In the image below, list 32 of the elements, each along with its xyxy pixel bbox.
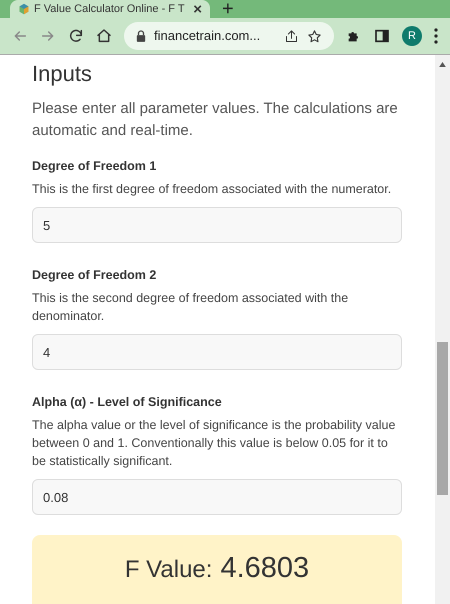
section-heading: Inputs (32, 60, 93, 88)
back-arrow-icon[interactable] (12, 28, 28, 44)
field-description: This is the second degree of freedom associated with the denominator. (32, 290, 350, 325)
browser-tab[interactable]: F Value Calculator Online - F T × (10, 0, 210, 18)
address-bar[interactable]: financetrain.com... (124, 22, 334, 50)
tab-close-button[interactable]: × (193, 2, 202, 16)
new-tab-button[interactable]: + (222, 0, 234, 18)
result-label: F Value: (124, 555, 212, 585)
side-panel-icon[interactable] (374, 28, 390, 44)
input-field[interactable]: 0.08 (32, 479, 402, 515)
result-value: 4.6803 (220, 551, 310, 586)
scroll-up-icon[interactable] (439, 62, 446, 67)
tab-title: F Value Calculator Online - F T (34, 2, 186, 17)
lock-icon (136, 30, 146, 42)
intro-text: Please enter all parameter values. The calculations are automatic and real-time. (32, 99, 399, 141)
more-menu-icon[interactable] (434, 28, 438, 44)
field-label: Alpha (α) - Level of Significance (32, 394, 223, 410)
star-icon[interactable] (307, 28, 322, 44)
profile-avatar[interactable]: R (402, 26, 422, 46)
field-label: Degree of Freedom 2 (32, 267, 158, 283)
input-field[interactable]: 4 (32, 334, 402, 370)
forward-arrow-icon[interactable] (40, 28, 56, 44)
reload-icon[interactable] (68, 28, 84, 44)
field-description: This is the first degree of freedom associated with the numerator. (32, 181, 392, 198)
home-icon[interactable] (96, 28, 112, 44)
field-description: The alpha value or the level of significance is the probability value between 0 and 1. Conventionally this value is below 0.05 for it to be statistically significant. (32, 417, 396, 470)
share-icon[interactable] (284, 28, 299, 44)
url-text: financetrain.com... (154, 27, 262, 46)
cube-logo-icon (18, 3, 30, 15)
field-label: Degree of Freedom 1 (32, 158, 158, 174)
scrollbar-thumb[interactable] (437, 342, 448, 495)
input-field[interactable]: 5 (32, 207, 402, 243)
